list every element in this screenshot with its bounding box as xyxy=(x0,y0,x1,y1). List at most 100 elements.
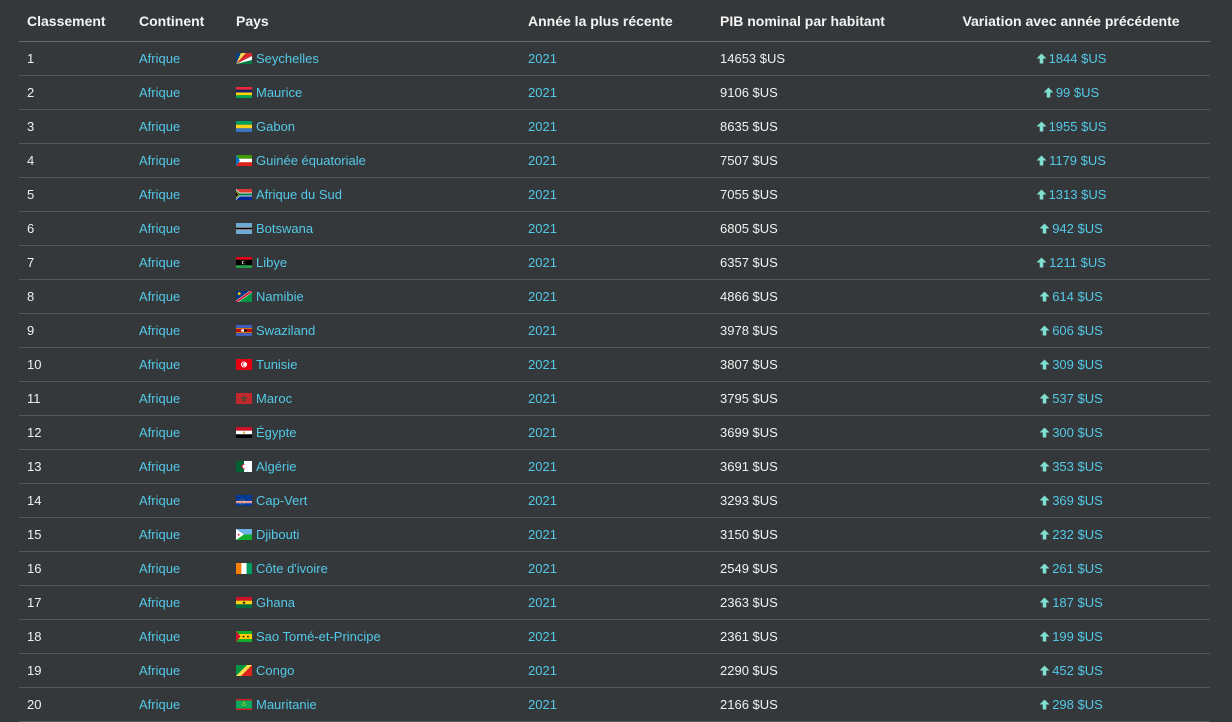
continent-link[interactable]: Afrique xyxy=(131,551,228,586)
country-link[interactable]: Guinée équatoriale xyxy=(256,153,366,168)
header-country[interactable]: Pays xyxy=(228,0,520,42)
country-cell[interactable]: Algérie xyxy=(228,449,520,484)
variation-cell: 369 $US xyxy=(932,483,1210,518)
country-link[interactable]: Congo xyxy=(256,663,294,678)
country-link[interactable]: Mauritanie xyxy=(256,697,317,712)
year-link[interactable]: 2021 xyxy=(520,75,712,110)
country-link[interactable]: Cap-Vert xyxy=(256,493,307,508)
country-cell[interactable]: Namibie xyxy=(228,279,520,314)
country-link[interactable]: Swaziland xyxy=(256,323,315,338)
header-continent[interactable]: Continent xyxy=(131,0,228,42)
country-cell[interactable]: Maurice xyxy=(228,75,520,110)
gdp-cell: 3807 $US xyxy=(712,347,932,382)
country-cell[interactable]: Mauritanie xyxy=(228,687,520,722)
country-cell[interactable]: Seychelles xyxy=(228,41,520,76)
country-link[interactable]: Gabon xyxy=(256,119,295,134)
country-link[interactable]: Ghana xyxy=(256,595,295,610)
continent-link[interactable]: Afrique xyxy=(131,483,228,518)
continent-link[interactable]: Afrique xyxy=(131,381,228,416)
continent-link[interactable]: Afrique xyxy=(131,449,228,484)
year-link[interactable]: 2021 xyxy=(520,517,712,552)
country-link[interactable]: Tunisie xyxy=(256,357,297,372)
country-cell[interactable]: Libye xyxy=(228,245,520,280)
country-cell[interactable]: Côte d'ivoire xyxy=(228,551,520,586)
continent-link[interactable]: Afrique xyxy=(131,415,228,450)
year-link[interactable]: 2021 xyxy=(520,687,712,722)
country-cell[interactable]: Swaziland xyxy=(228,313,520,348)
country-cell[interactable]: Gabon xyxy=(228,109,520,144)
country-link[interactable]: Algérie xyxy=(256,459,296,474)
continent-link[interactable]: Afrique xyxy=(131,245,228,280)
variation-cell: 942 $US xyxy=(932,211,1210,246)
continent-link[interactable]: Afrique xyxy=(131,75,228,110)
continent-link[interactable]: Afrique xyxy=(131,41,228,76)
country-link[interactable]: Seychelles xyxy=(256,51,319,66)
country-link[interactable]: Côte d'ivoire xyxy=(256,561,328,576)
year-link[interactable]: 2021 xyxy=(520,415,712,450)
continent-link[interactable]: Afrique xyxy=(131,619,228,654)
year-link[interactable]: 2021 xyxy=(520,177,712,212)
country-cell[interactable]: Botswana xyxy=(228,211,520,246)
country-cell[interactable]: Cap-Vert xyxy=(228,483,520,518)
country-link[interactable]: Sao Tomé-et-Principe xyxy=(256,629,381,644)
year-link[interactable]: 2021 xyxy=(520,585,712,620)
year-link[interactable]: 2021 xyxy=(520,483,712,518)
country-cell[interactable]: Égypte xyxy=(228,415,520,450)
variation-value: 300 $US xyxy=(1052,425,1103,440)
header-rank[interactable]: Classement xyxy=(19,0,131,42)
continent-link[interactable]: Afrique xyxy=(131,143,228,178)
country-cell[interactable]: Ghana xyxy=(228,585,520,620)
rank-cell: 7 xyxy=(19,245,131,280)
year-link[interactable]: 2021 xyxy=(520,347,712,382)
year-link[interactable]: 2021 xyxy=(520,551,712,586)
arrow-up-icon xyxy=(1039,427,1050,438)
gdp-cell: 3978 $US xyxy=(712,313,932,348)
year-link[interactable]: 2021 xyxy=(520,41,712,76)
year-link[interactable]: 2021 xyxy=(520,279,712,314)
country-link[interactable]: Maroc xyxy=(256,391,292,406)
country-link[interactable]: Namibie xyxy=(256,289,304,304)
continent-link[interactable]: Afrique xyxy=(131,517,228,552)
rank-cell: 5 xyxy=(19,177,131,212)
country-cell[interactable]: Maroc xyxy=(228,381,520,416)
rank-cell: 1 xyxy=(19,41,131,76)
year-link[interactable]: 2021 xyxy=(520,211,712,246)
country-link[interactable]: Afrique du Sud xyxy=(256,187,342,202)
header-gdp[interactable]: PIB nominal par habitant xyxy=(712,0,932,42)
continent-link[interactable]: Afrique xyxy=(131,687,228,722)
continent-link[interactable]: Afrique xyxy=(131,279,228,314)
country-cell[interactable]: Djibouti xyxy=(228,517,520,552)
country-cell[interactable]: Guinée équatoriale xyxy=(228,143,520,178)
year-link[interactable]: 2021 xyxy=(520,313,712,348)
country-link[interactable]: Libye xyxy=(256,255,287,270)
country-cell[interactable]: Afrique du Sud xyxy=(228,177,520,212)
arrow-up-icon xyxy=(1039,291,1050,302)
country-cell[interactable]: Congo xyxy=(228,653,520,688)
gdp-cell: 7507 $US xyxy=(712,143,932,178)
country-link[interactable]: Djibouti xyxy=(256,527,299,542)
continent-link[interactable]: Afrique xyxy=(131,177,228,212)
year-link[interactable]: 2021 xyxy=(520,381,712,416)
continent-link[interactable]: Afrique xyxy=(131,109,228,144)
header-variation[interactable]: Variation avec année précédente xyxy=(932,0,1210,42)
continent-link[interactable]: Afrique xyxy=(131,347,228,382)
country-link[interactable]: Maurice xyxy=(256,85,302,100)
continent-link[interactable]: Afrique xyxy=(131,211,228,246)
continent-link[interactable]: Afrique xyxy=(131,585,228,620)
country-link[interactable]: Égypte xyxy=(256,425,296,440)
year-link[interactable]: 2021 xyxy=(520,143,712,178)
year-link[interactable]: 2021 xyxy=(520,109,712,144)
continent-link[interactable]: Afrique xyxy=(131,653,228,688)
year-link[interactable]: 2021 xyxy=(520,619,712,654)
country-cell[interactable]: Sao Tomé-et-Principe xyxy=(228,619,520,654)
continent-link[interactable]: Afrique xyxy=(131,313,228,348)
rank-cell: 16 xyxy=(19,551,131,586)
arrow-up-icon xyxy=(1039,665,1050,676)
year-link[interactable]: 2021 xyxy=(520,653,712,688)
year-link[interactable]: 2021 xyxy=(520,245,712,280)
year-link[interactable]: 2021 xyxy=(520,449,712,484)
country-cell[interactable]: Tunisie xyxy=(228,347,520,382)
header-year[interactable]: Année la plus récente xyxy=(520,0,712,42)
country-link[interactable]: Botswana xyxy=(256,221,313,236)
ivory-coast-flag-icon xyxy=(236,563,252,574)
